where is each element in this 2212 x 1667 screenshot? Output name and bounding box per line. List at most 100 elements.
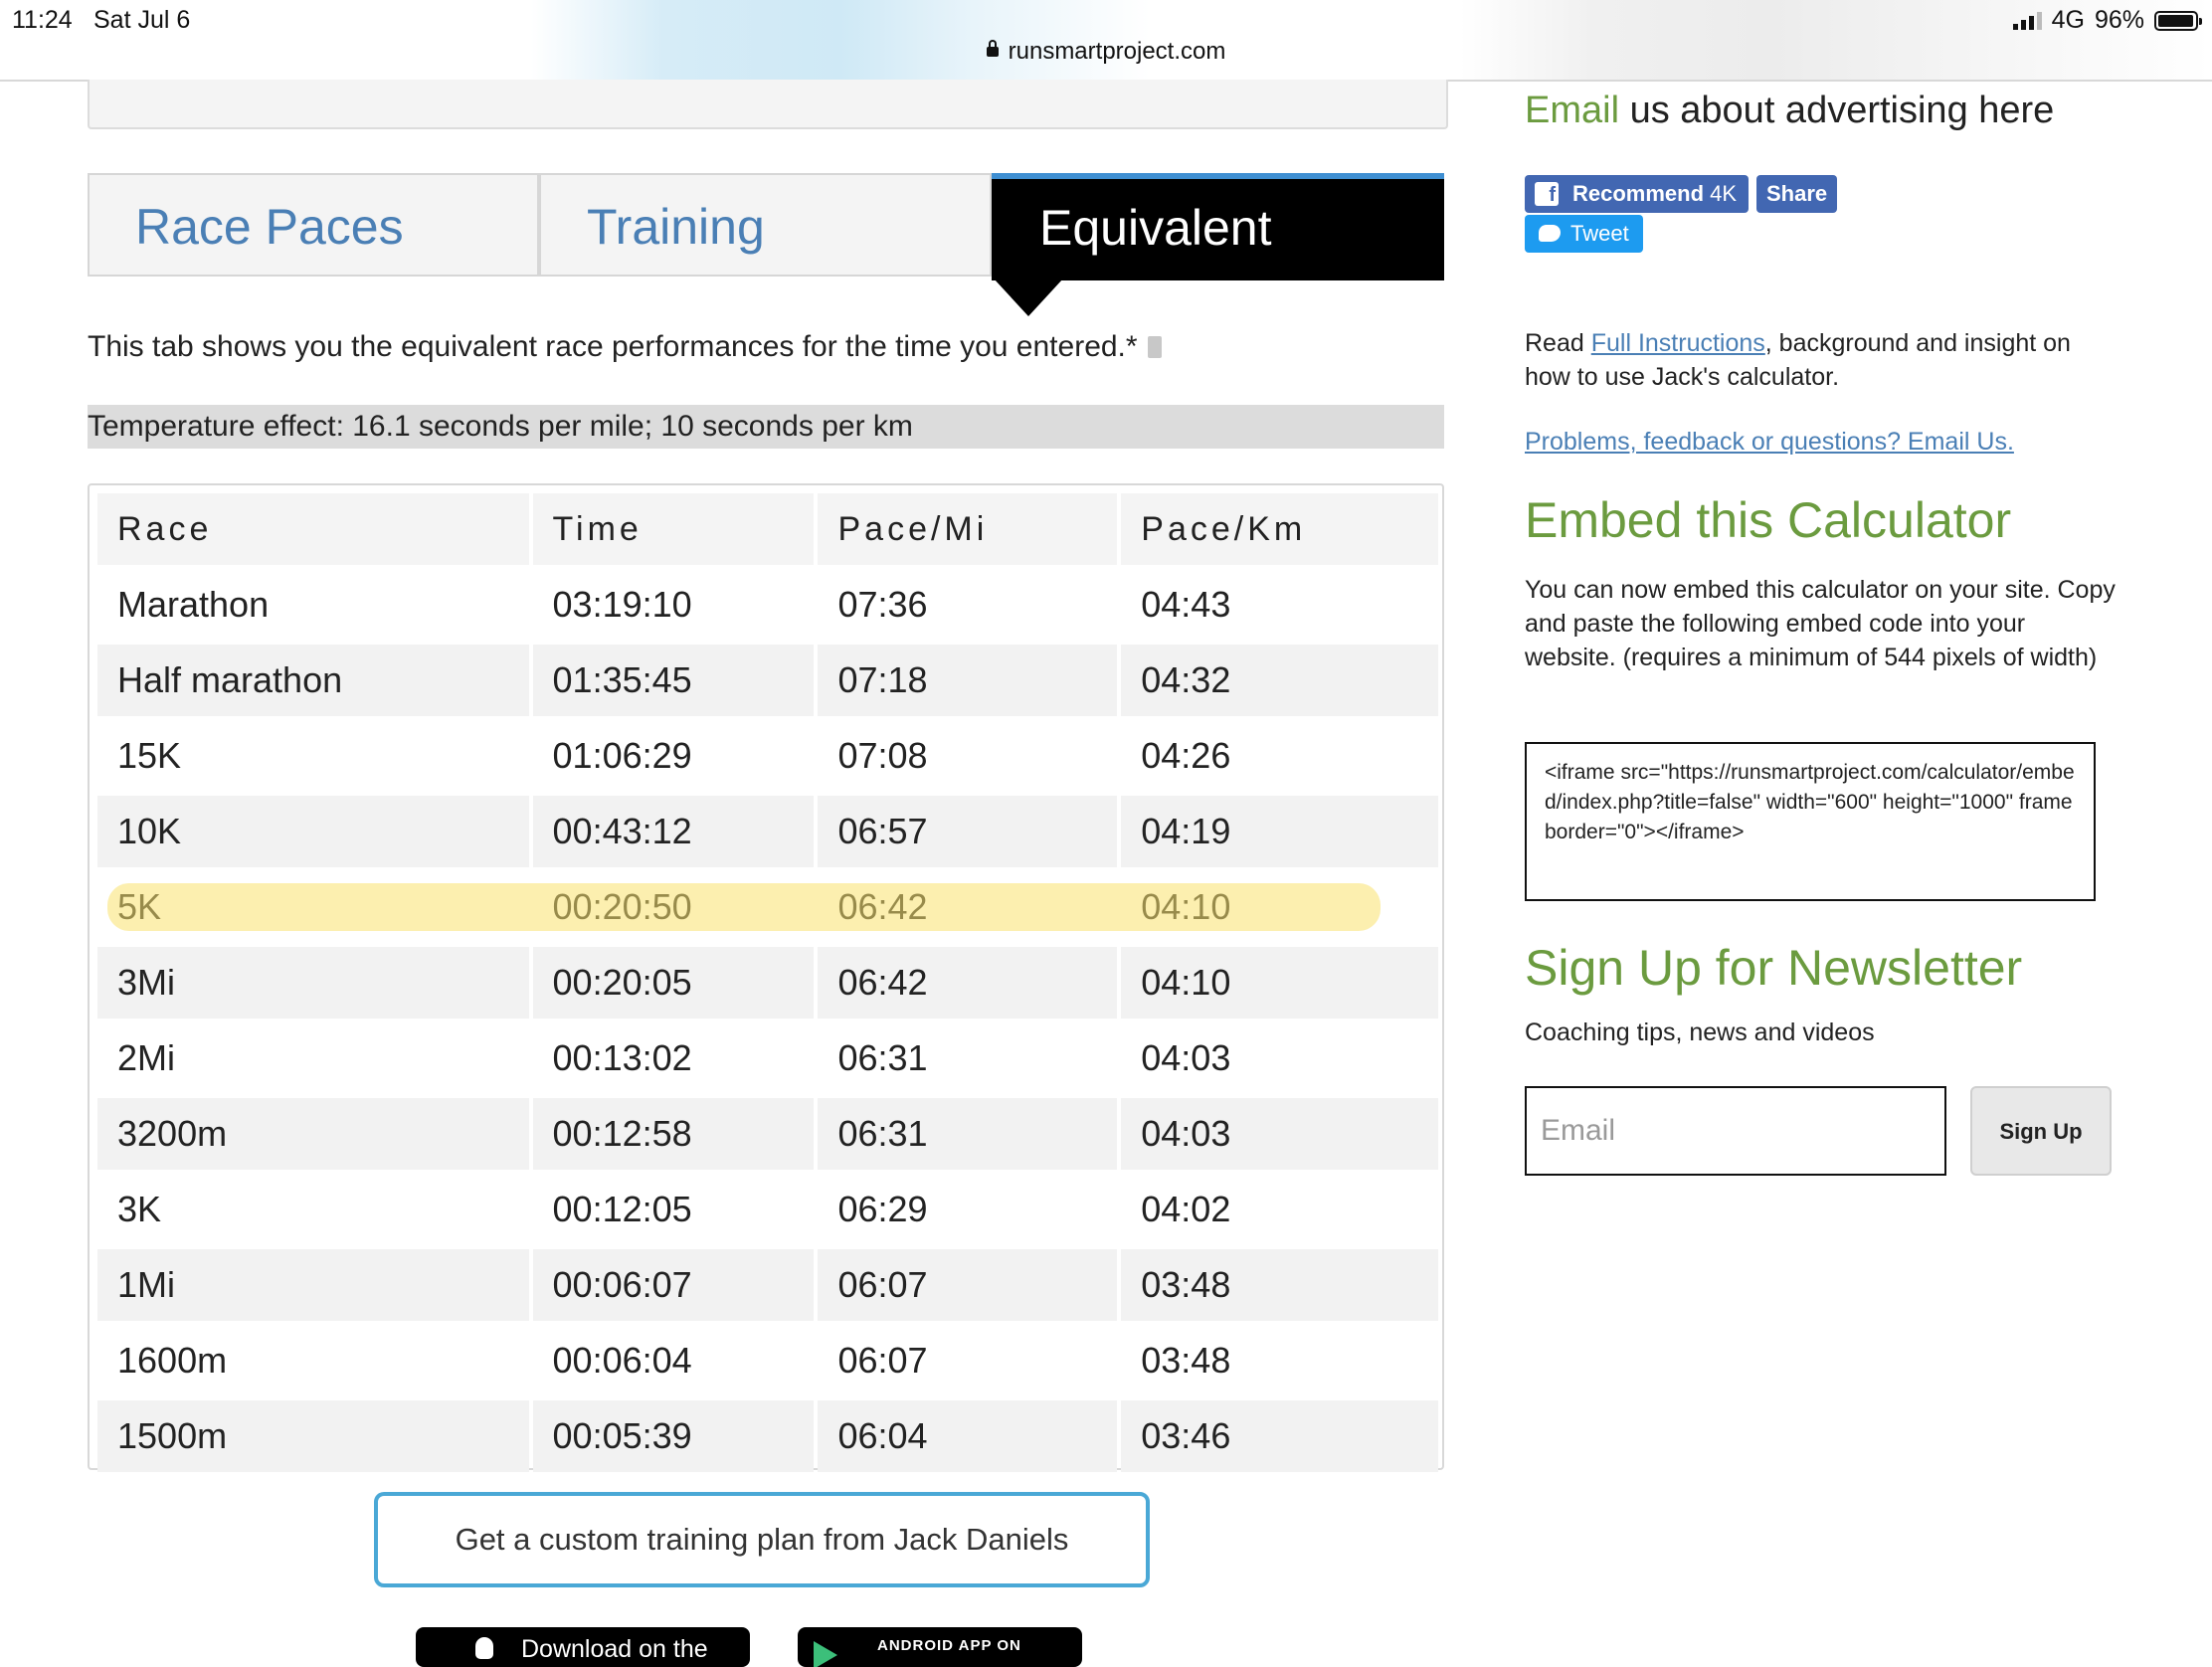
cell-time: 00:20:50 (532, 871, 815, 943)
cell-pace-km: 03:48 (1121, 1249, 1438, 1321)
table-row: 3200m 00:12:58 06:31 04:03 (97, 1098, 1438, 1170)
table-header-row: Race Time Pace/Mi Pace/Km (97, 493, 1438, 565)
full-instructions-link[interactable]: Full Instructions (1591, 329, 1765, 357)
cell-time: 03:19:10 (532, 569, 815, 641)
status-bar: 11:24 Sat Jul 6 runsmartproject.com 4G 9… (0, 0, 2212, 82)
cell-race: Marathon (97, 569, 529, 641)
cell-pace-km: 04:03 (1121, 1098, 1438, 1170)
cell-time: 01:06:29 (532, 720, 815, 792)
cell-race: 3K (97, 1174, 529, 1245)
sign-up-button[interactable]: Sign Up (1970, 1086, 2112, 1176)
table-row: 1500m 00:05:39 06:04 03:46 (97, 1400, 1438, 1472)
cell-race: 1500m (97, 1400, 529, 1472)
newsletter-email-input[interactable] (1525, 1086, 1946, 1176)
app-store-label: Download on the (521, 1635, 708, 1663)
cell-pace-mi: 06:57 (818, 796, 1118, 867)
table-row: 3Mi 00:20:05 06:42 04:10 (97, 947, 1438, 1019)
cell-pace-mi: 06:07 (818, 1249, 1118, 1321)
advertising-text: us about advertising here (1619, 90, 2055, 131)
newsletter-heading: Sign Up for Newsletter (1525, 940, 2023, 996)
calculator-tabs: Race Paces Training Equivalent (88, 173, 1444, 280)
table-row: 1600m 00:06:04 06:07 03:48 (97, 1325, 1438, 1396)
status-date: Sat Jul 6 (93, 6, 191, 34)
table-row: 5K 00:20:50 06:42 04:10 (97, 871, 1438, 943)
instructions-prefix: Read (1525, 329, 1591, 357)
cell-pace-mi: 06:42 (818, 947, 1118, 1019)
feedback-email-link[interactable]: Problems, feedback or questions? Email U… (1525, 428, 2014, 457)
cell-pace-mi: 06:04 (818, 1400, 1118, 1472)
advertising-line: Email us about advertising here (1525, 90, 2054, 132)
cell-time: 00:06:04 (532, 1325, 815, 1396)
cell-pace-mi: 06:31 (818, 1098, 1118, 1170)
temperature-effect: Temperature effect: 16.1 seconds per mil… (88, 405, 1444, 449)
google-play-label: ANDROID APP ON (877, 1637, 1021, 1654)
lock-icon (986, 40, 999, 57)
cell-pace-mi: 06:07 (818, 1325, 1118, 1396)
cell-pace-km: 03:46 (1121, 1400, 1438, 1472)
custom-plan-button[interactable]: Get a custom training plan from Jack Dan… (374, 1492, 1150, 1587)
tweet-button[interactable]: Tweet (1525, 215, 1643, 253)
google-play-badge[interactable]: ANDROID APP ON (798, 1627, 1082, 1667)
newsletter-description: Coaching tips, news and videos (1525, 1019, 1875, 1046)
recommend-label: Recommend (1572, 181, 1705, 206)
embed-heading: Embed this Calculator (1525, 492, 2012, 548)
cell-pace-km: 04:02 (1121, 1174, 1438, 1245)
cell-race: 5K (97, 871, 529, 943)
instructions-text: Read Full Instructions, background and i… (1525, 326, 2121, 394)
cell-pace-mi: 06:42 (818, 871, 1118, 943)
results-table: Race Time Pace/Mi Pace/Km Marathon 03:19:… (93, 489, 1442, 1476)
table-row: 2Mi 00:13:02 06:31 04:03 (97, 1022, 1438, 1094)
app-store-badge[interactable]: Download on the (416, 1627, 750, 1667)
cell-pace-mi: 07:18 (818, 645, 1118, 716)
cell-race: 1600m (97, 1325, 529, 1396)
table-row: 3K 00:12:05 06:29 04:02 (97, 1174, 1438, 1245)
facebook-share-button[interactable]: Share (1756, 175, 1838, 213)
intro-text: This tab shows you the equivalent race p… (88, 330, 1162, 364)
cell-pace-mi: 06:29 (818, 1174, 1118, 1245)
cell-time: 00:05:39 (532, 1400, 815, 1472)
cell-pace-km: 04:43 (1121, 569, 1438, 641)
embed-code-box[interactable]: <iframe src="https://runsmartproject.com… (1525, 742, 2096, 901)
cell-pace-km: 04:10 (1121, 947, 1438, 1019)
signal-icon (2012, 11, 2042, 30)
note-icon (1147, 336, 1162, 358)
apple-icon (475, 1637, 493, 1659)
address-bar[interactable]: runsmartproject.com (0, 38, 2212, 66)
status-time: 11:24 (12, 6, 73, 34)
cell-time: 00:13:02 (532, 1022, 815, 1094)
cell-pace-km: 04:10 (1121, 871, 1438, 943)
cell-time: 00:06:07 (532, 1249, 815, 1321)
embed-description: You can now embed this calculator on you… (1525, 576, 2116, 671)
url-text: runsmartproject.com (1008, 38, 1226, 65)
cell-time: 00:12:05 (532, 1174, 815, 1245)
tab-equivalent[interactable]: Equivalent (992, 173, 1444, 280)
cell-race: Half marathon (97, 645, 529, 716)
cell-pace-km: 04:26 (1121, 720, 1438, 792)
facebook-recommend-button[interactable]: f Recommend 4K (1525, 175, 1750, 213)
table-row: 1Mi 00:06:07 06:07 03:48 (97, 1249, 1438, 1321)
cell-pace-km: 04:03 (1121, 1022, 1438, 1094)
cell-time: 00:12:58 (532, 1098, 815, 1170)
cell-race: 10K (97, 796, 529, 867)
intro-label: This tab shows you the equivalent race p… (88, 330, 1138, 363)
cell-pace-mi: 07:36 (818, 569, 1118, 641)
cell-race: 3200m (97, 1098, 529, 1170)
twitter-bird-icon (1539, 225, 1561, 242)
advertising-email-link[interactable]: Email (1525, 90, 1619, 131)
header-race: Race (97, 493, 529, 565)
facebook-icon: f (1535, 182, 1559, 206)
cell-pace-km: 04:32 (1121, 645, 1438, 716)
cell-pace-km: 04:19 (1121, 796, 1438, 867)
table-row: 10K 00:43:12 06:57 04:19 (97, 796, 1438, 867)
cell-race: 3Mi (97, 947, 529, 1019)
cell-pace-km: 03:48 (1121, 1325, 1438, 1396)
status-indicators: 4G 96% (2012, 6, 2202, 35)
active-tab-pointer (994, 278, 1063, 316)
cell-time: 01:35:45 (532, 645, 815, 716)
cell-race: 1Mi (97, 1249, 529, 1321)
tab-training[interactable]: Training (539, 173, 992, 277)
tab-race-paces[interactable]: Race Paces (88, 173, 539, 277)
table-row: Half marathon 01:35:45 07:18 04:32 (97, 645, 1438, 716)
play-icon (814, 1641, 837, 1667)
header-pace-km: Pace/Km (1121, 493, 1438, 565)
